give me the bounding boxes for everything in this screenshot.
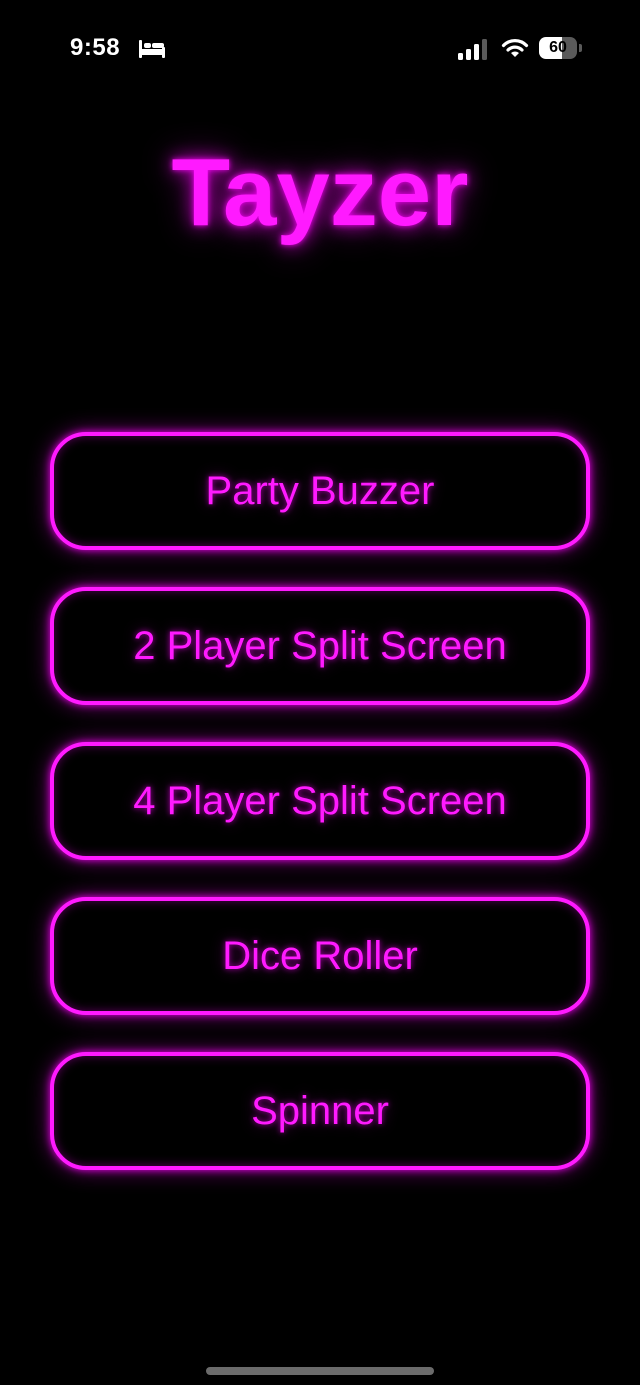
battery-level: 60 — [549, 39, 567, 56]
battery-cap — [579, 44, 582, 52]
bed-icon — [139, 40, 165, 58]
cellular-signal-icon — [458, 39, 487, 60]
two-player-split-screen-button[interactable]: 2 Player Split Screen — [50, 587, 590, 705]
main-menu: Party Buzzer 2 Player Split Screen 4 Pla… — [50, 432, 590, 1207]
status-bar: 9:58 60 — [0, 0, 640, 100]
spinner-button[interactable]: Spinner — [50, 1052, 590, 1170]
spinner-label: Spinner — [251, 1089, 389, 1133]
dice-roller-label: Dice Roller — [222, 934, 418, 978]
app-title: Tayzer — [171, 139, 469, 246]
two-player-split-screen-label: 2 Player Split Screen — [133, 624, 507, 668]
dice-roller-button[interactable]: Dice Roller — [50, 897, 590, 1015]
home-indicator[interactable] — [206, 1367, 434, 1375]
party-buzzer-button[interactable]: Party Buzzer — [50, 432, 590, 550]
wifi-icon — [501, 39, 529, 57]
party-buzzer-label: Party Buzzer — [205, 469, 435, 513]
four-player-split-screen-button[interactable]: 4 Player Split Screen — [50, 742, 590, 860]
battery-indicator: 60 — [539, 37, 583, 59]
status-time: 9:58 — [70, 34, 121, 61]
four-player-split-screen-label: 4 Player Split Screen — [133, 779, 507, 823]
